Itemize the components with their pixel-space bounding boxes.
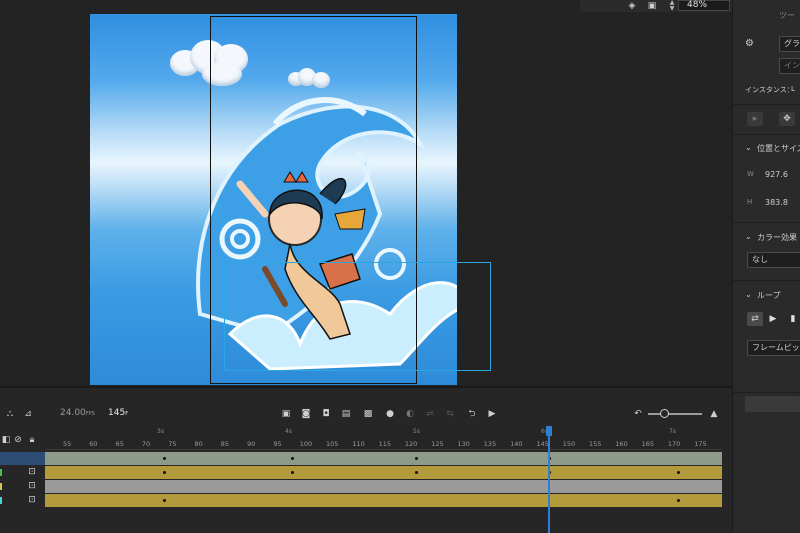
height-label: H [747, 198, 753, 206]
ruler-tick-label: 165 [641, 440, 655, 448]
layer-outline-icon[interactable]: ◧ [0, 434, 12, 446]
timeline-toolbar: ⛬ ⊿ 24.00FPS 145F ▣ ◙ ◘ ▤ ▩ ● ◐ ⇌ ⇆ ⮌ ▶ … [0, 388, 732, 426]
zoom-stepper-icon[interactable]: ▲ ▼ [668, 0, 676, 12]
ruler-tick-label: 105 [326, 440, 339, 448]
panel-tab-label[interactable]: ツー [779, 10, 795, 21]
ruler-tick-label: 115 [378, 440, 392, 448]
swap-symbol-icon[interactable]: ▸ [747, 112, 763, 126]
insert-blank-keyframe-icon[interactable]: ◙ [300, 408, 312, 420]
position-size-title: 位置とサイズ [757, 144, 800, 153]
chevron-down-icon[interactable]: ⌄ [745, 232, 752, 241]
layer-frames[interactable] [45, 480, 722, 493]
layer-frames[interactable] [45, 452, 722, 465]
hide-icon[interactable]: ⊘ [12, 434, 24, 446]
color-effect-title: カラー効果 [757, 233, 797, 242]
loop-title: ループ [757, 291, 781, 300]
ruler-tick-label: 155 [589, 440, 602, 448]
width-label: W [747, 170, 754, 178]
ruler-second-label: 3s [157, 428, 164, 435]
panel-action-button[interactable] [745, 396, 800, 412]
ruler-tick-label: 150 [562, 440, 576, 448]
ruler-tick-label: 130 [457, 440, 470, 448]
playhead[interactable] [548, 428, 550, 533]
ruler-tick-label: 80 [194, 440, 203, 448]
zoom-field[interactable]: 48% [678, 0, 730, 11]
layer-row[interactable]: ⊡ [0, 480, 45, 493]
tween-type-icon[interactable]: ◐ [404, 408, 416, 420]
clip-stage-icon[interactable]: ▣ [646, 0, 658, 12]
insert-frame-icon[interactable]: ◘ [320, 408, 332, 420]
ruler-tick-label: 100 [299, 440, 313, 448]
zoom-slider-handle[interactable] [660, 409, 669, 418]
lock-icon[interactable]: ⊡ [26, 466, 38, 478]
ruler-second-label: 4s [285, 428, 292, 435]
width-value[interactable]: 927.6 [765, 170, 788, 179]
layer-tree-icon[interactable]: ⛬ [4, 408, 16, 420]
insert-keyframe-icon[interactable]: ▣ [280, 408, 292, 420]
ruler-tick-label: 85 [220, 440, 230, 448]
single-frame-icon[interactable]: ▮ [785, 312, 800, 326]
frame-ruler[interactable]: 55 60 65 70 75 80 85 90 95 100 105 110 115 120 125 130 1… [45, 426, 722, 450]
current-frame-value[interactable]: 145F [108, 408, 128, 418]
layer-row[interactable]: ⊡ [0, 494, 45, 507]
play-icon[interactable]: ▶ [486, 408, 498, 420]
edit-symbol-icon[interactable]: ✥ [779, 112, 795, 126]
ruler-tick-label: 70 [141, 440, 151, 448]
playhead-handle[interactable] [546, 426, 552, 436]
play-once-icon[interactable]: ▶ [765, 312, 781, 326]
lock-icon[interactable]: 🔒︎ [26, 434, 38, 446]
symbol-type-dropdown[interactable]: グラフ [779, 36, 800, 52]
ruler-tick-label: 95 [273, 440, 282, 448]
instance-name-input[interactable]: インスタ [779, 58, 800, 74]
ruler-tick-label: 135 [483, 440, 497, 448]
layer-row[interactable]: ⊡ [0, 466, 45, 479]
ruler-tick-label: 145 [536, 440, 549, 448]
loop-mode-icon[interactable]: ⇄ [747, 312, 763, 326]
motion-icon[interactable]: ⇌ [424, 408, 436, 420]
lock-icon[interactable]: ⊡ [26, 480, 38, 492]
instance-label: インスタンス： [745, 86, 794, 94]
layer-frames[interactable] [45, 494, 722, 507]
onion-skin-icon[interactable]: ▩ [362, 408, 374, 420]
ruler-tick-label: 60 [89, 440, 98, 448]
lock-icon[interactable]: ⊡ [26, 494, 38, 506]
ruler-tick-label: 125 [431, 440, 444, 448]
paint-bucket-icon[interactable]: ◈ [626, 0, 638, 12]
frame-picker-button[interactable]: フレームピッカ [747, 340, 800, 356]
chevron-down-icon[interactable]: ⌄ [745, 290, 752, 299]
ruler-tick-label: 160 [615, 440, 628, 448]
ruler-tick-label: 65 [115, 440, 124, 448]
ruler-tick-label: 90 [247, 440, 256, 448]
instance-value: L [791, 85, 795, 93]
ruler-tick-label: 120 [404, 440, 418, 448]
layer-frames[interactable] [45, 466, 722, 479]
graph-icon[interactable]: ⊿ [22, 408, 34, 420]
edit-multiple-icon[interactable]: ▤ [340, 408, 352, 420]
mountain-zoom-icon[interactable]: ▲ [708, 408, 720, 420]
ruler-tick-label: 170 [667, 440, 681, 448]
zoom-slider[interactable] [648, 413, 702, 415]
chevron-down-icon[interactable]: ⌄ [745, 143, 752, 152]
properties-panel: ツー ⚙ グラフ インスタ インスタンス： L ▸ ✥ ⌄ 位置とサイズ W 9… [732, 0, 800, 533]
tween-icon[interactable]: ● [384, 408, 396, 420]
ruler-tick-label: 175 [694, 440, 707, 448]
ruler-second-label: 7s [669, 428, 676, 435]
ruler-tick-label: 75 [168, 440, 177, 448]
ruler-tick-label: 140 [510, 440, 523, 448]
fps-value[interactable]: 24.00FPS [60, 408, 95, 418]
selection-bounding-box[interactable] [224, 262, 491, 371]
loop-icon[interactable]: ⮌ [466, 408, 478, 420]
height-value[interactable]: 383.8 [765, 198, 788, 207]
ruler-tick-label: 55 [63, 440, 72, 448]
layer-row-selected[interactable] [0, 452, 45, 465]
undo-zoom-icon[interactable]: ↶ [632, 408, 644, 420]
shape-icon[interactable]: ⇆ [444, 408, 456, 420]
symbol-icon: ⚙ [745, 38, 754, 49]
ruler-tick-label: 110 [352, 440, 365, 448]
color-effect-dropdown[interactable]: なし [747, 252, 800, 268]
ruler-second-label: 5s [413, 428, 420, 435]
